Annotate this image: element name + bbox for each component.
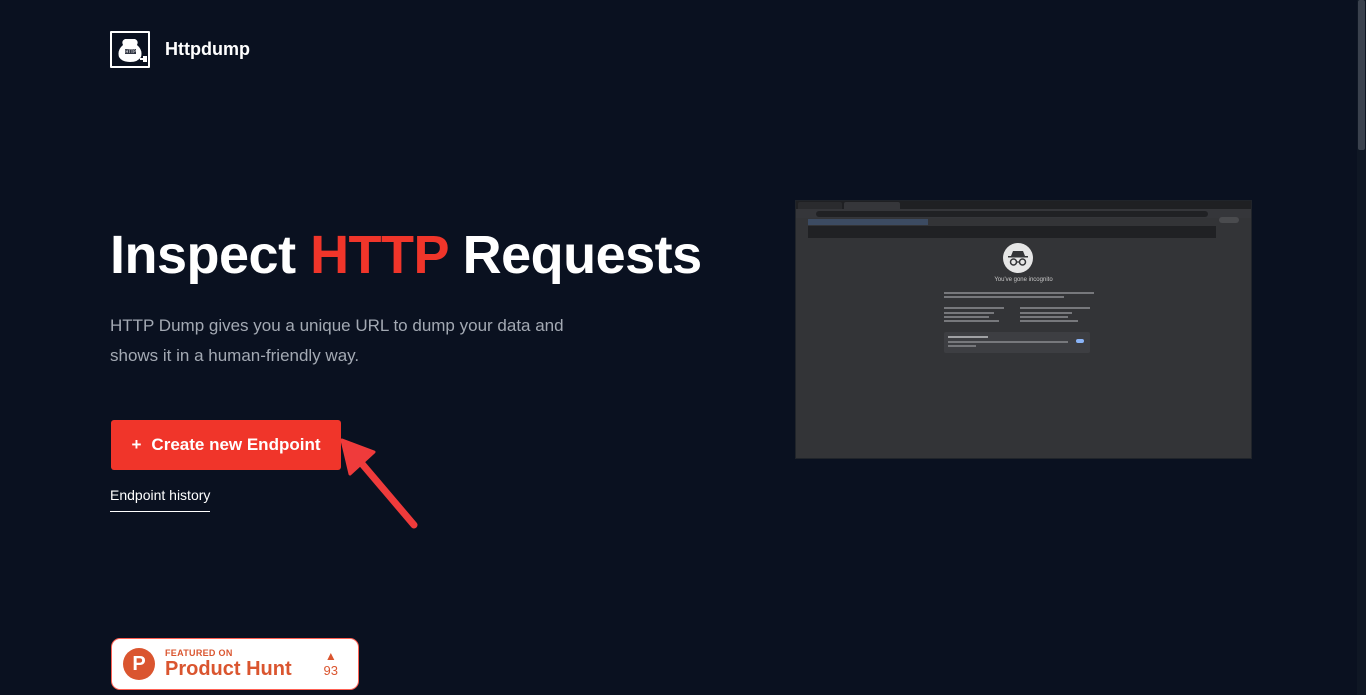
hero-description: HTTP Dump gives you a unique URL to dump… xyxy=(110,316,564,365)
brand-name: Httpdump xyxy=(165,39,250,59)
create-endpoint-button[interactable]: + Create new Endpoint xyxy=(111,420,341,470)
product-hunt-badge[interactable]: P FEATURED ON Product Hunt ▲ 93 xyxy=(111,638,359,690)
hero-title: Inspect HTTP Requests xyxy=(110,224,702,286)
brand-logo[interactable]: HTTP Httpdump xyxy=(110,31,250,68)
hero-title-part2: Requests xyxy=(448,225,703,285)
preview-suggestion xyxy=(808,219,1216,238)
product-hunt-name: Product Hunt xyxy=(165,658,292,680)
hero-title-accent: HTTP xyxy=(310,225,449,285)
product-hunt-text: FEATURED ON Product Hunt xyxy=(165,648,292,680)
page: HTTP Httpdump Inspect HTTP Requests HTTP… xyxy=(0,0,1366,695)
product-hunt-votes: ▲ 93 xyxy=(324,649,338,679)
demo-screenshot: You've gone incognito xyxy=(795,200,1252,459)
plus-icon: + xyxy=(131,435,142,454)
upvote-icon: ▲ xyxy=(324,649,337,663)
product-hunt-logo-icon: P xyxy=(123,648,155,680)
create-endpoint-label: Create new Endpoint xyxy=(151,435,321,454)
page-scrollbar[interactable] xyxy=(1357,0,1366,695)
product-hunt-featured: FEATURED ON xyxy=(165,648,233,658)
hero-title-part1: Inspect xyxy=(110,225,311,285)
endpoint-history-link[interactable]: Endpoint history xyxy=(110,487,211,512)
vote-count: 93 xyxy=(323,663,338,678)
logo-text: HTTP xyxy=(125,49,136,54)
preview-cookie-box xyxy=(944,332,1090,353)
preview-toggle xyxy=(1076,339,1084,343)
preview-toolbar xyxy=(796,209,1251,223)
incognito-icon xyxy=(1003,243,1033,273)
preview-heading: You've gone incognito xyxy=(994,277,1053,283)
money-bag-plug-icon: HTTP xyxy=(110,31,150,68)
preview-tab-strip xyxy=(796,201,1251,209)
scrollbar-thumb[interactable] xyxy=(1358,0,1365,150)
annotation-arrow-icon xyxy=(340,438,418,529)
